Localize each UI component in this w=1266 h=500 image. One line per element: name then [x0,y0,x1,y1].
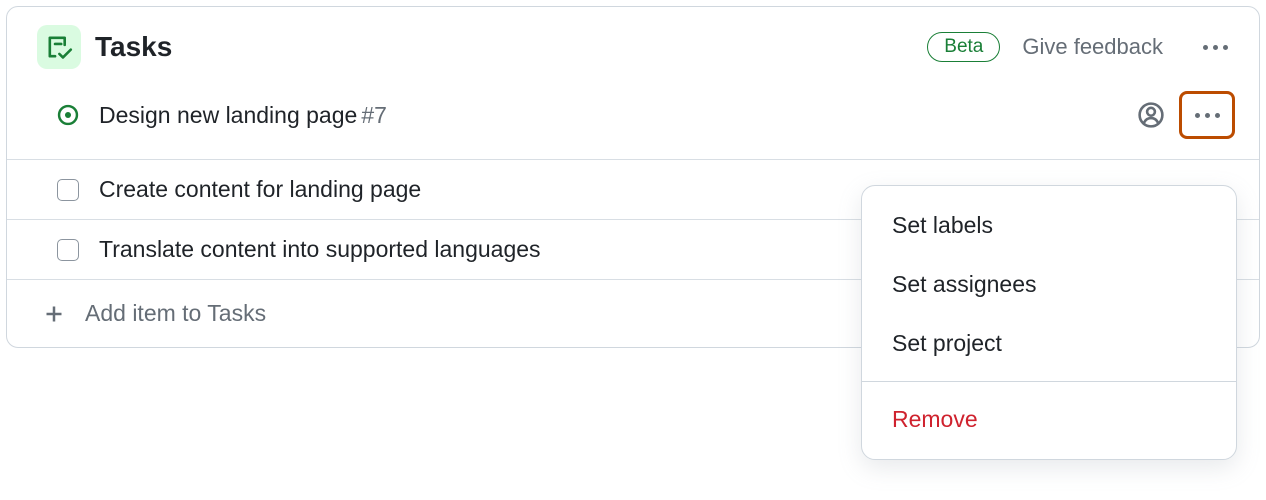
menu-remove[interactable]: Remove [862,390,1236,449]
assignee-icon[interactable] [1137,101,1165,129]
kebab-icon [1203,45,1228,50]
menu-set-assignees[interactable]: Set assignees [862,255,1236,314]
issue-open-icon [57,104,79,126]
task-checkbox[interactable] [57,179,79,201]
give-feedback-link[interactable]: Give feedback [1022,34,1163,60]
panel-header: Tasks Beta Give feedback [7,7,1259,85]
beta-badge: Beta [927,32,1000,62]
menu-set-labels[interactable]: Set labels [862,196,1236,255]
tasks-panel: Tasks Beta Give feedback Design new land… [6,6,1260,348]
issue-number: #7 [361,102,387,128]
row-more-button[interactable] [1179,91,1235,139]
row-actions-dropdown: Set labels Set assignees Set project Rem… [861,185,1237,460]
kebab-icon [1195,113,1220,118]
tasklist-icon [37,25,81,69]
panel-title: Tasks [95,31,913,63]
menu-set-project[interactable]: Set project [862,314,1236,373]
add-item-label: Add item to Tasks [85,300,266,327]
plus-icon [43,303,65,325]
panel-more-button[interactable] [1195,27,1235,67]
dropdown-divider [862,381,1236,382]
task-row[interactable]: Design new landing page#7 [7,85,1259,159]
task-title: Design new landing page#7 [99,102,1137,129]
task-checkbox[interactable] [57,239,79,261]
task-title-text: Design new landing page [99,102,357,128]
row-actions [1137,91,1235,139]
